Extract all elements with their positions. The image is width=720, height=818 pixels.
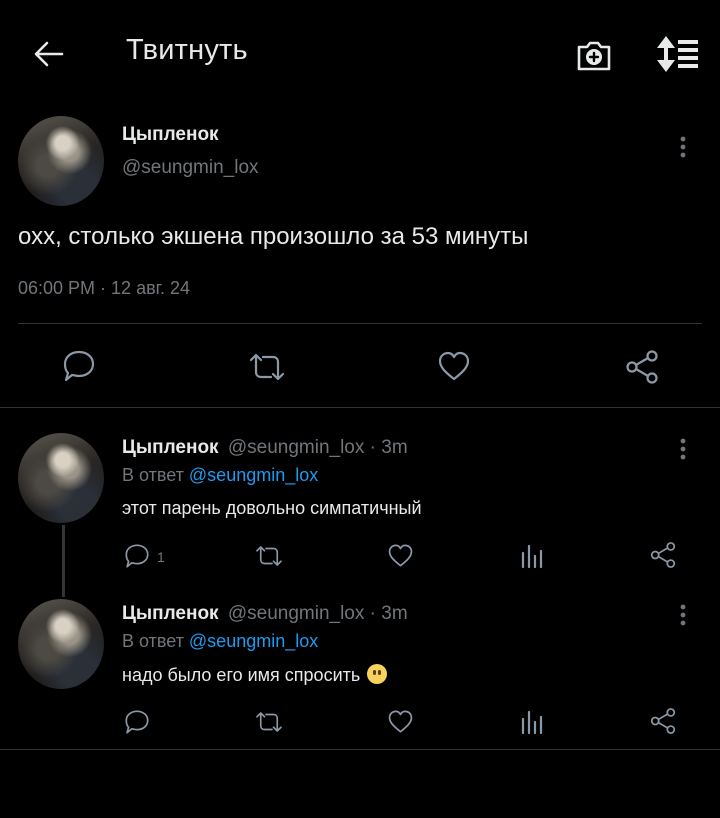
divider [18, 323, 702, 324]
author-name[interactable]: Цыпленок [122, 124, 219, 146]
views-icon[interactable] [520, 709, 544, 735]
retweet-icon[interactable] [247, 350, 287, 384]
reply-text: этот парень довольно симпатичный [122, 498, 422, 518]
reply-icon[interactable] [62, 349, 96, 383]
like-icon[interactable] [387, 543, 414, 568]
like-icon[interactable] [437, 350, 471, 382]
avatar[interactable] [18, 599, 104, 689]
reply-to-label: В ответ [122, 631, 184, 651]
author-handle-time[interactable]: @seungmin_lox · 3m [228, 437, 408, 458]
share-icon[interactable] [649, 707, 677, 735]
reply-to-line: В ответ @seungmin_lox [122, 465, 318, 486]
reply-text: надо было его имя спросить [122, 665, 361, 685]
share-icon[interactable] [624, 349, 660, 385]
reply-to-mention[interactable]: @seungmin_lox [189, 631, 318, 651]
reply-to-label: В ответ [122, 465, 184, 485]
like-icon[interactable] [387, 709, 414, 734]
views-icon[interactable] [520, 543, 544, 569]
reply-to-line: В ответ @seungmin_lox [122, 631, 318, 652]
reply-text-line: надо было его имя спросить [122, 664, 388, 686]
tweet-text: охх, столько экшена произошло за 53 мину… [18, 223, 529, 250]
face-without-mouth-emoji-icon [367, 664, 388, 684]
reply-header: Цыпленок @seungmin_lox · 3m [122, 437, 408, 459]
retweet-icon[interactable] [254, 709, 284, 735]
reply-header: Цыпленок @seungmin_lox · 3m [122, 603, 408, 625]
top-bar: Твитнуть [0, 0, 720, 104]
avatar[interactable] [18, 433, 104, 523]
share-icon[interactable] [649, 541, 677, 569]
section-divider [0, 749, 720, 750]
reply-count: 1 [157, 549, 165, 565]
add-camera-icon[interactable] [574, 34, 614, 74]
sort-icon[interactable] [654, 34, 700, 74]
author-name[interactable]: Цыпленок [122, 437, 219, 458]
author-name[interactable]: Цыпленок [122, 603, 219, 624]
more-options-icon[interactable] [678, 438, 688, 460]
reply-icon[interactable] [124, 543, 150, 569]
more-options-icon[interactable] [678, 604, 688, 626]
more-options-icon[interactable] [678, 136, 688, 158]
back-arrow-icon[interactable] [32, 37, 66, 71]
avatar[interactable] [18, 116, 104, 206]
author-handle-time[interactable]: @seungmin_lox · 3m [228, 603, 408, 624]
reply-icon[interactable] [124, 709, 150, 735]
author-handle[interactable]: @seungmin_lox [122, 157, 259, 179]
thread-line [62, 525, 65, 597]
tweet-timestamp: 06:00 PM · 12 авг. 24 [18, 278, 191, 298]
section-divider [0, 407, 720, 408]
page-title: Твитнуть [126, 34, 248, 66]
reply-to-mention[interactable]: @seungmin_lox [189, 465, 318, 485]
retweet-icon[interactable] [254, 543, 284, 569]
